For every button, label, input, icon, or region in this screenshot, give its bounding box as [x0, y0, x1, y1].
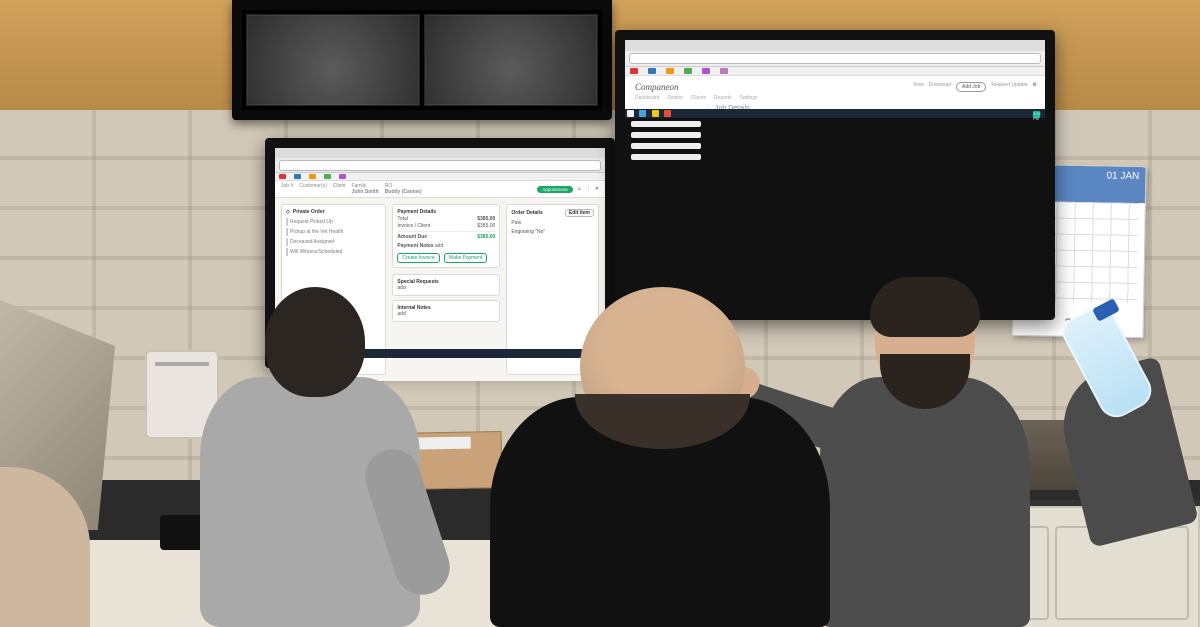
nav-reports[interactable]: Reports	[714, 95, 732, 101]
payment-notes-label: Payment Notes	[397, 243, 433, 249]
action-request[interactable]: Request Update	[991, 82, 1027, 92]
action-view[interactable]: View	[913, 82, 924, 92]
bookmarks-bar-r[interactable]	[625, 67, 1045, 76]
calendar-month-short: JAN	[1120, 171, 1139, 182]
bookmarks-bar[interactable]	[275, 173, 605, 181]
cctv-feed-1	[246, 14, 420, 106]
order-item-1: Paw	[511, 220, 521, 226]
task-icon[interactable]	[639, 110, 646, 117]
person-center	[480, 317, 840, 627]
pay-row3-label: Amount Due	[397, 234, 427, 240]
pay-row1-label: Total	[397, 216, 408, 222]
nav-orders[interactable]: Orders	[667, 95, 682, 101]
tag-icon: ◇	[286, 209, 290, 215]
order-card-title: Private Order	[293, 209, 325, 215]
crumb-ro-value[interactable]: Buddy (Canine)	[385, 189, 422, 195]
crumb-client[interactable]: Client	[333, 183, 346, 195]
task-icon[interactable]	[652, 110, 659, 117]
right-monitor: Companeon Dashboard Orders Clients Repor…	[615, 30, 1055, 320]
right-screen[interactable]: Companeon Dashboard Orders Clients Repor…	[625, 40, 1045, 118]
special-requests-card: Special Requests add	[392, 274, 500, 296]
order-details-title: Order Details	[511, 210, 542, 216]
address-bar[interactable]	[279, 160, 601, 171]
payment-card-title: Payment Details	[397, 209, 495, 215]
nav-dashboard[interactable]: Dashboard	[635, 95, 659, 101]
make-payment-button[interactable]: Make Payment	[444, 253, 487, 263]
appointment-button[interactable]: Appointment	[537, 186, 572, 193]
browser-tabs-r[interactable]	[625, 40, 1045, 51]
order-step-1[interactable]: Request Picked Up	[286, 218, 381, 226]
create-invoice-button[interactable]: Create Invoice	[397, 253, 439, 263]
office-photo: 01 JAN 2020 Job # Customer(s)	[0, 0, 1200, 627]
calendar-month-number: 01	[1106, 170, 1117, 181]
menu-icon[interactable]: ⋮	[586, 186, 591, 192]
hand-with-bottle	[1040, 337, 1180, 537]
payment-notes-add[interactable]: add	[435, 243, 443, 249]
address-bar-r[interactable]	[629, 53, 1041, 64]
task-icon[interactable]	[664, 110, 671, 117]
nav-clients[interactable]: Clients	[691, 95, 706, 101]
app-nav[interactable]: Dashboard Orders Clients Reports Setting…	[635, 95, 1035, 101]
app-header: Job # Customer(s) Client Family John Smi…	[275, 181, 605, 198]
edit-item-button[interactable]: Edit item	[565, 209, 594, 217]
nav-settings[interactable]: Settings	[740, 95, 758, 101]
person-left	[180, 297, 440, 627]
crumb-family-value[interactable]: John Smith	[352, 189, 379, 195]
browser-tabs[interactable]	[275, 148, 605, 158]
add-job-button[interactable]: Add Job	[956, 82, 986, 92]
person-presenter	[820, 297, 1050, 627]
taskbar-clock-r: 3:34 PM	[1033, 111, 1040, 118]
special-title: Special Requests	[397, 279, 495, 285]
pay-row3-value: $385.00	[477, 234, 495, 240]
payment-card: Payment Details Total $385.00 Invoice / …	[392, 204, 500, 268]
pay-row1-value: $385.00	[477, 216, 495, 222]
action-download[interactable]: Download	[929, 82, 951, 92]
order-step-2[interactable]: Pickup at the Vet Health	[286, 228, 381, 236]
start-icon[interactable]	[627, 110, 634, 117]
order-item-2: Engraving "No"	[511, 229, 545, 235]
order-step-4[interactable]: Will Witness/Scheduled	[286, 248, 381, 256]
cctv-monitor	[232, 0, 612, 120]
pay-row2-label: Invoice / Client	[397, 223, 430, 229]
browser-chrome	[275, 148, 605, 173]
breadcrumb[interactable]: Job # Customer(s) Client Family John Smi…	[281, 183, 422, 195]
special-add[interactable]: add	[397, 285, 405, 291]
user-icon[interactable]: ☺	[577, 186, 582, 192]
gear-icon[interactable]: ⚙	[1033, 82, 1037, 92]
crumb-job[interactable]: Job #	[281, 183, 293, 195]
browser-chrome-r	[625, 40, 1045, 67]
cctv-feed-2	[424, 14, 598, 106]
close-icon[interactable]: ✕	[595, 186, 599, 192]
order-step-3[interactable]: Deceased Assigned	[286, 238, 381, 246]
pay-row2-value: $385.00	[477, 223, 495, 229]
windows-taskbar-r[interactable]: 3:34 PM	[625, 109, 1045, 118]
crumb-customers[interactable]: Customer(s)	[299, 183, 327, 195]
